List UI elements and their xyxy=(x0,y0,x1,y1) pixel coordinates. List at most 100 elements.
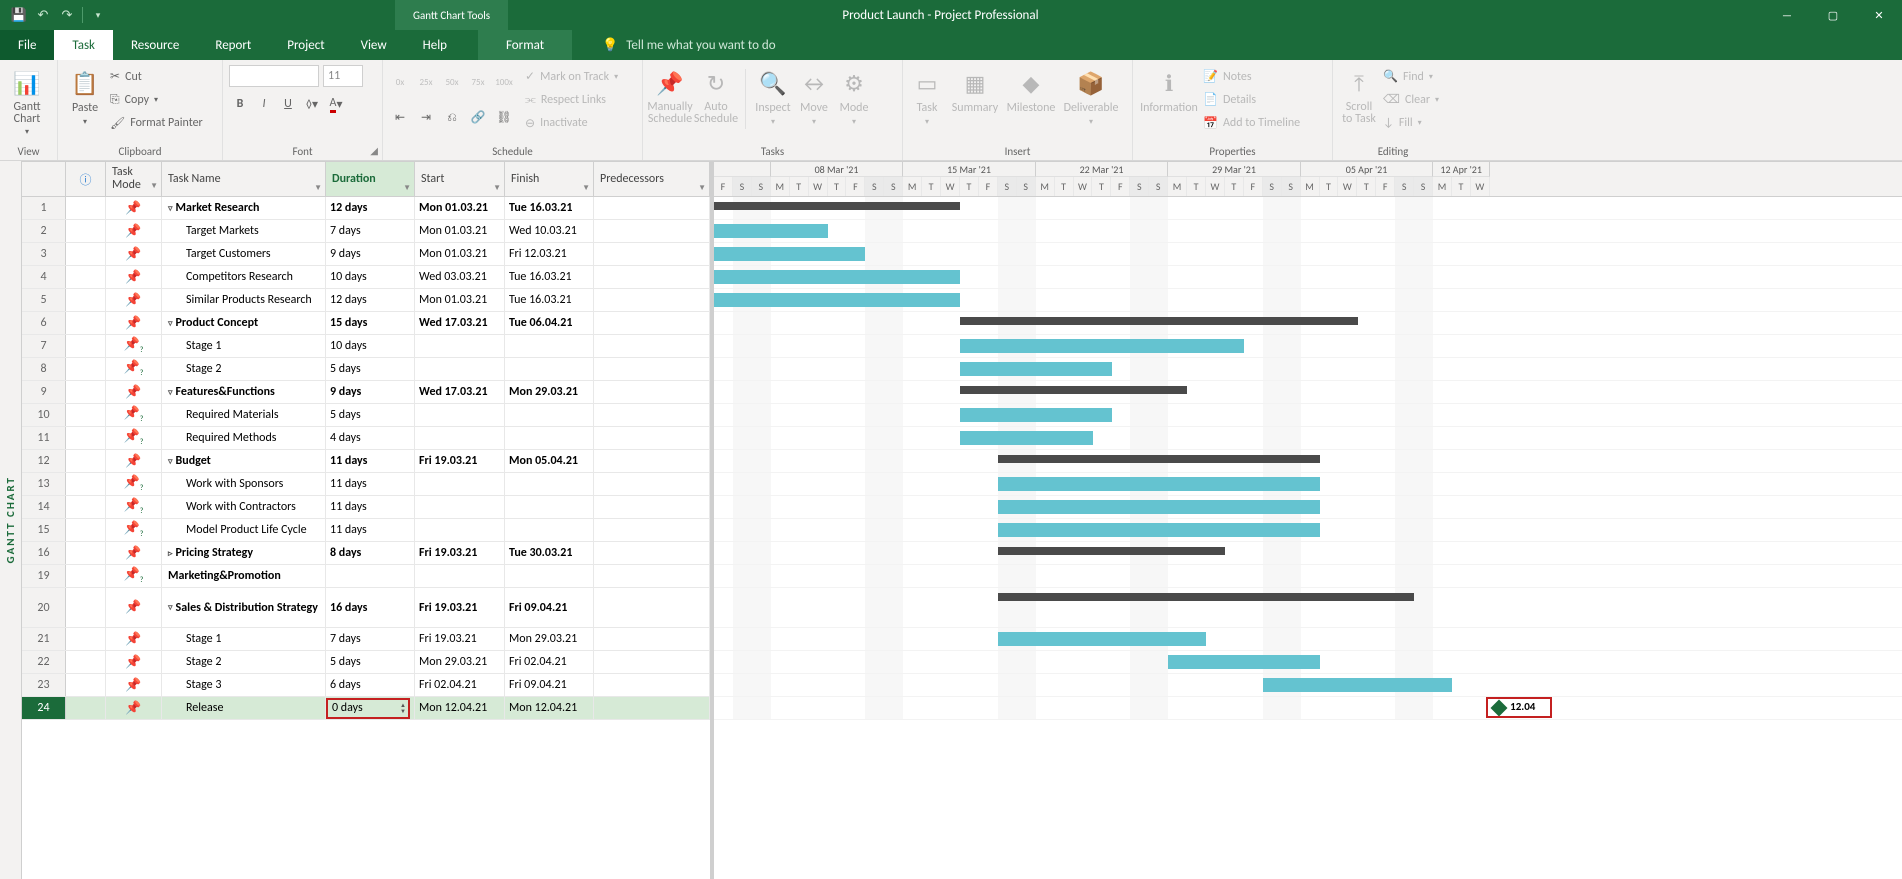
cell-duration[interactable]: 5 days xyxy=(326,651,415,673)
gantt-row[interactable] xyxy=(714,197,1902,220)
cell-start[interactable]: Mon 01.03.21 xyxy=(415,220,505,242)
tab-report[interactable]: Report xyxy=(197,30,269,60)
cell-mode[interactable]: 📌 xyxy=(106,651,162,673)
fill-button[interactable]: ↓Fill▾ xyxy=(1383,112,1439,134)
cell-mode[interactable]: 📌 xyxy=(106,588,162,627)
cell-info[interactable] xyxy=(66,427,106,449)
cell-predecessors[interactable] xyxy=(594,312,710,334)
cell-duration[interactable]: 6 days xyxy=(326,674,415,696)
outline-toggle-icon[interactable]: ▹ xyxy=(168,548,173,559)
cell-duration[interactable]: 7 days xyxy=(326,220,415,242)
row-number[interactable]: 15 xyxy=(22,519,66,541)
gantt-row[interactable] xyxy=(714,565,1902,588)
find-button[interactable]: 🔍Find▾ xyxy=(1383,66,1439,88)
cell-start[interactable]: Wed 03.03.21 xyxy=(415,266,505,288)
add-timeline-button[interactable]: 📅Add to Timeline xyxy=(1203,112,1300,134)
manually-schedule-button[interactable]: 📌Manually Schedule xyxy=(649,65,691,125)
cell-mode[interactable]: 📌 xyxy=(106,358,162,380)
col-mode[interactable]: Task Mode▼ xyxy=(106,162,162,197)
cell-predecessors[interactable] xyxy=(594,358,710,380)
rownum-header[interactable] xyxy=(22,162,66,197)
cell-predecessors[interactable] xyxy=(594,266,710,288)
table-row[interactable]: 21📌Stage 17 daysFri 19.03.21Mon 29.03.21 xyxy=(22,628,710,651)
cell-info[interactable] xyxy=(66,450,106,472)
cell-duration[interactable]: 11 days xyxy=(326,473,415,495)
row-number[interactable]: 12 xyxy=(22,450,66,472)
tell-me-search[interactable]: 💡 Tell me what you want to do xyxy=(602,30,776,60)
col-start[interactable]: Start▼ xyxy=(415,162,505,197)
information-button[interactable]: ℹInformation xyxy=(1139,65,1199,115)
gantt-row[interactable] xyxy=(714,473,1902,496)
cell-info[interactable] xyxy=(66,473,106,495)
cell-info[interactable] xyxy=(66,381,106,403)
gantt-row[interactable] xyxy=(714,542,1902,565)
cell-start[interactable] xyxy=(415,519,505,541)
clear-button[interactable]: ⌫Clear▾ xyxy=(1383,89,1439,111)
cell-start[interactable]: Fri 02.04.21 xyxy=(415,674,505,696)
cell-finish[interactable]: Mon 29.03.21 xyxy=(505,628,594,650)
scroll-to-task-button[interactable]: ⤒Scroll to Task xyxy=(1339,65,1379,125)
row-number[interactable]: 20 xyxy=(22,588,66,627)
table-row[interactable]: 1📌▿Market Research12 daysMon 01.03.21Tue… xyxy=(22,197,710,220)
table-row[interactable]: 15📌Model Product Life Cycle11 days xyxy=(22,519,710,542)
cell-predecessors[interactable] xyxy=(594,450,710,472)
task-bar[interactable] xyxy=(960,431,1093,445)
cell-predecessors[interactable] xyxy=(594,381,710,403)
cell-task-name[interactable]: ▿Budget xyxy=(162,450,326,472)
summary-bar[interactable] xyxy=(998,593,1414,601)
gantt-row[interactable] xyxy=(714,381,1902,404)
table-row[interactable]: 9📌▿Features&Functions9 daysWed 17.03.21M… xyxy=(22,381,710,404)
task-bar[interactable] xyxy=(960,339,1244,353)
cell-predecessors[interactable] xyxy=(594,674,710,696)
cell-start[interactable]: Fri 19.03.21 xyxy=(415,450,505,472)
gantt-row[interactable] xyxy=(714,519,1902,542)
tab-view[interactable]: View xyxy=(343,30,405,60)
cell-finish[interactable] xyxy=(505,496,594,518)
cell-finish[interactable] xyxy=(505,565,594,587)
col-task-name[interactable]: Task Name▼ xyxy=(162,162,326,197)
cell-mode[interactable]: 📌 xyxy=(106,565,162,587)
gantt-row[interactable] xyxy=(714,427,1902,450)
spinner-down-icon[interactable]: ▼ xyxy=(400,708,406,714)
cell-task-name[interactable]: Required Materials xyxy=(162,404,326,426)
col-predecessors[interactable]: Predecessors▼ xyxy=(594,162,710,197)
outline-toggle-icon[interactable]: ▿ xyxy=(168,387,173,398)
cell-duration[interactable]: 5 days xyxy=(326,358,415,380)
cell-mode[interactable]: 📌 xyxy=(106,450,162,472)
cell-predecessors[interactable] xyxy=(594,243,710,265)
cut-button[interactable]: ✂Cut xyxy=(110,66,203,88)
table-row[interactable]: 11📌Required Methods4 days xyxy=(22,427,710,450)
row-number[interactable]: 5 xyxy=(22,289,66,311)
table-row[interactable]: 2📌Target Markets7 daysMon 01.03.21Wed 10… xyxy=(22,220,710,243)
save-icon[interactable]: 💾 xyxy=(8,4,30,26)
font-group-launcher[interactable]: ◢ xyxy=(370,144,378,157)
cell-mode[interactable]: 📌 xyxy=(106,335,162,357)
outdent-icon[interactable]: ⇤ xyxy=(389,107,411,129)
cell-mode[interactable]: 📌 xyxy=(106,674,162,696)
cell-mode[interactable]: 📌 xyxy=(106,697,162,719)
row-number[interactable]: 13 xyxy=(22,473,66,495)
cell-info[interactable] xyxy=(66,588,106,627)
cell-duration[interactable]: 10 days xyxy=(326,266,415,288)
cell-task-name[interactable]: ▿Features&Functions xyxy=(162,381,326,403)
task-bar[interactable] xyxy=(714,270,960,284)
table-row[interactable]: 5📌Similar Products Research12 daysMon 01… xyxy=(22,289,710,312)
cell-start[interactable] xyxy=(415,427,505,449)
cell-task-name[interactable]: Work with Sponsors xyxy=(162,473,326,495)
cell-start[interactable] xyxy=(415,473,505,495)
gantt-row[interactable] xyxy=(714,404,1902,427)
cell-duration[interactable]: 0 days▲▼ xyxy=(326,697,415,719)
cell-start[interactable] xyxy=(415,496,505,518)
row-number[interactable]: 24 xyxy=(22,697,66,719)
tab-task[interactable]: Task xyxy=(54,30,113,60)
cell-duration[interactable]: 16 days xyxy=(326,588,415,627)
link-icon[interactable]: 🔗 xyxy=(467,107,489,129)
cell-info[interactable] xyxy=(66,651,106,673)
cell-finish[interactable]: Fri 12.03.21 xyxy=(505,243,594,265)
cell-task-name[interactable]: Work with Contractors xyxy=(162,496,326,518)
cell-finish[interactable]: Mon 12.04.21 xyxy=(505,697,594,719)
row-number[interactable]: 14 xyxy=(22,496,66,518)
cell-predecessors[interactable] xyxy=(594,335,710,357)
cell-mode[interactable]: 📌 xyxy=(106,289,162,311)
cell-mode[interactable]: 📌 xyxy=(106,473,162,495)
